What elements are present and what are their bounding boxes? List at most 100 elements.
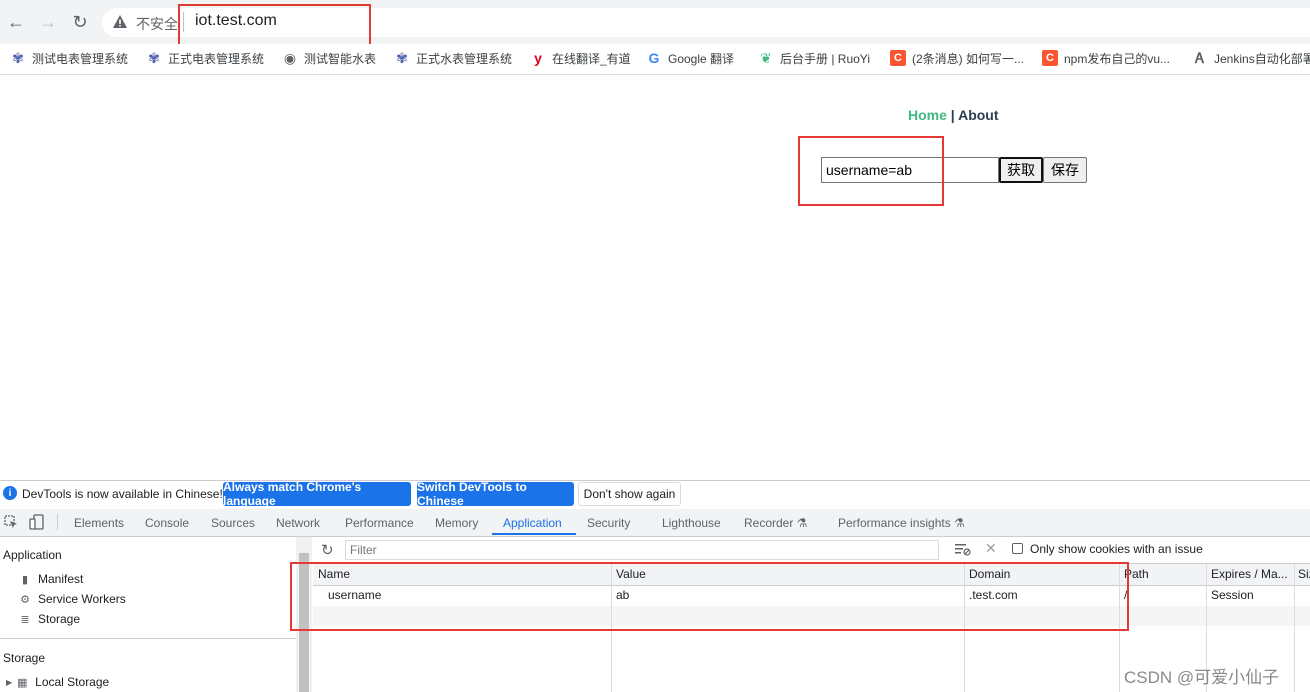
tab-application[interactable]: Application [503, 516, 562, 530]
column-header[interactable]: Siz [1298, 567, 1310, 581]
filter-input[interactable] [345, 540, 939, 560]
warning-icon[interactable] [112, 14, 128, 30]
highlight-box-cookie-row [290, 562, 1129, 631]
highlight-box-input [798, 136, 944, 206]
tab-performance[interactable]: Performance [345, 516, 414, 530]
infobar-message: DevTools is now available in Chinese! [22, 487, 223, 501]
reload-icon[interactable]: ↻ [67, 9, 93, 35]
column-separator [1294, 564, 1295, 692]
sidebar-item-service-workers[interactable]: ⚙ Service Workers [19, 592, 126, 606]
bookmark-item[interactable]: Cnpm发布自己的vu... [1042, 48, 1170, 68]
bookmark-label: 在线翻译_有道 [552, 51, 631, 66]
clear-filtered-cookies-icon[interactable] [955, 542, 971, 556]
only-issue-checkbox[interactable] [1012, 543, 1023, 554]
bookmark-label: Google 翻译 [668, 51, 735, 66]
tab-label: Performance insights [838, 516, 951, 530]
bookmark-label: 正式水表管理系统 [416, 51, 513, 66]
bookmark-label: 测试电表管理系统 [32, 51, 129, 66]
lotus-icon: ✾ [12, 49, 24, 66]
bookmark-label: 正式电表管理系统 [168, 51, 265, 66]
experiment-icon: ⚗ [793, 516, 808, 530]
bookmark-label: npm发布自己的vu... [1064, 51, 1171, 66]
grid-icon: ▦ [16, 676, 28, 689]
gear-icon: ⚙ [20, 593, 30, 606]
tab-network[interactable]: Network [276, 516, 320, 530]
sidebar-item-label: Service Workers [38, 592, 126, 606]
match-language-button[interactable]: Always match Chrome's language [223, 480, 411, 508]
globe-icon: ◉ [283, 49, 297, 66]
tab-performance-insights[interactable]: Performance insights ⚗ [838, 516, 965, 530]
bookmark-item[interactable]: ◉ 测试智能水表 [282, 48, 376, 68]
sidebar-item-manifest[interactable]: ▮ Manifest [19, 572, 83, 586]
csdn-icon: C [890, 50, 906, 66]
bookmark-label: 后台手册 | RuoYi [780, 51, 871, 66]
column-header[interactable]: Expires / Ma... [1211, 567, 1288, 581]
bookmark-item[interactable]: y 在线翻译_有道 [530, 48, 631, 68]
lotus-icon: ✾ [396, 49, 408, 66]
back-icon[interactable]: ← [3, 9, 29, 35]
get-button[interactable]: 获取 [999, 157, 1043, 183]
bookmark-item[interactable]: ✾ 正式电表管理系统 [146, 48, 264, 68]
leaf-icon: ❦ [760, 49, 772, 66]
bookmark-item[interactable]: ✾ 测试电表管理系统 [10, 48, 128, 68]
lotus-icon: ✾ [148, 49, 160, 66]
tab-security[interactable]: Security [587, 516, 630, 530]
insecure-label[interactable]: 不安全 [136, 14, 178, 34]
expand-arrow-icon[interactable]: ▶ [6, 678, 12, 687]
nav-separator: | [950, 107, 955, 123]
dont-show-again-button[interactable]: Don't show again [578, 482, 681, 506]
csdn-watermark: CSDN @可爱小仙子 [1124, 668, 1280, 687]
tab-label: Recorder [744, 516, 794, 530]
tab-memory[interactable]: Memory [435, 516, 478, 530]
csdn-icon: C [1042, 50, 1058, 66]
nav-home-link[interactable]: Home [908, 107, 947, 123]
tab-elements[interactable]: Elements [74, 516, 124, 530]
tab-lighthouse[interactable]: Lighthouse [662, 516, 721, 530]
jenkins-icon: Ꭺ [1195, 49, 1205, 66]
sidebar-item-storage[interactable]: ≣ Storage [19, 612, 80, 626]
sidebar-divider [0, 638, 296, 639]
database-icon: ≣ [20, 613, 30, 626]
tab-recorder[interactable]: Recorder ⚗ [744, 516, 807, 530]
tabbar-divider [57, 514, 58, 530]
bookmark-item[interactable]: Ꭺ Jenkins自动化部署 [1192, 48, 1310, 68]
sidebar-item-label: Local Storage [35, 675, 110, 689]
google-translate-icon: G [648, 50, 660, 66]
sidebar-item-local-storage[interactable]: ▶ ▦ Local Storage [6, 675, 109, 689]
tab-label: Security [587, 516, 631, 530]
bookmark-item[interactable]: ❦ 后台手册 | RuoYi [758, 48, 870, 68]
bookmark-item[interactable]: G Google 翻译 [646, 48, 734, 68]
forward-icon[interactable]: → [35, 9, 61, 35]
tab-label: Sources [211, 516, 256, 530]
devtools-tabbar [0, 509, 1310, 537]
bookmark-item[interactable]: ✾ 正式水表管理系统 [394, 48, 512, 68]
tab-label: Application [503, 516, 562, 530]
sidebar-heading-storage: Storage [3, 651, 46, 665]
info-icon: i [3, 486, 17, 500]
youdao-icon: y [534, 50, 542, 66]
tab-sources[interactable]: Sources [211, 516, 255, 530]
cell-expires: Session [1211, 588, 1254, 602]
only-issue-label[interactable]: Only show cookies with an issue [1030, 542, 1203, 556]
refresh-icon[interactable]: ↻ [321, 541, 334, 559]
tab-label: Network [276, 516, 321, 530]
bookmark-label: Jenkins自动化部署 [1214, 51, 1310, 66]
save-button[interactable]: 保存 [1043, 157, 1087, 183]
sidebar-item-label: Manifest [38, 572, 84, 586]
bookmark-item[interactable]: C (2条消息) 如何写一... [890, 48, 1024, 68]
tab-label: Elements [74, 516, 125, 530]
tab-label: Memory [435, 516, 479, 530]
tab-console[interactable]: Console [145, 516, 189, 530]
nav-about-link[interactable]: About [958, 107, 998, 123]
switch-chinese-button[interactable]: Switch DevTools to Chinese [417, 480, 574, 508]
file-icon: ▮ [21, 573, 29, 586]
bookmark-label: 测试智能水表 [304, 51, 377, 66]
inspect-element-icon[interactable] [4, 515, 18, 529]
tab-label: Performance [345, 516, 414, 530]
tab-label: Console [145, 516, 190, 530]
delete-cookie-icon[interactable]: ✕ [985, 540, 997, 557]
sidebar-item-label: Storage [38, 612, 81, 626]
device-toolbar-icon[interactable] [29, 514, 45, 530]
page-nav: Home | About [908, 107, 999, 123]
experiment-icon: ⚗ [950, 516, 965, 530]
